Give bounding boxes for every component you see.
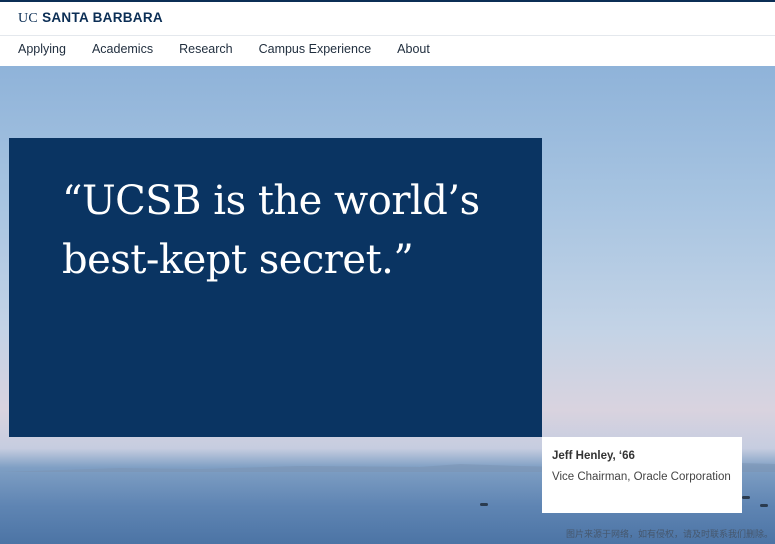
attribution-role: Vice Chairman, Oracle Corporation (552, 471, 731, 483)
image-watermark: 图片来源于网络，如有侵权，请及时联系我们删除。 (565, 529, 773, 539)
logo-uc: UC (18, 11, 39, 26)
surfer-silhouette (742, 496, 750, 499)
main-nav: Applying Academics Research Campus Exper… (18, 42, 456, 56)
surfer-silhouette (760, 504, 768, 507)
nav-item-about[interactable]: About (397, 42, 430, 56)
nav-item-applying[interactable]: Applying (18, 42, 66, 56)
nav-item-campus-experience[interactable]: Campus Experience (259, 42, 372, 56)
attribution-name: Jeff Henley, ‘66 (552, 450, 635, 462)
nav-item-research[interactable]: Research (179, 42, 233, 56)
nav-item-academics[interactable]: Academics (92, 42, 153, 56)
ucsb-logo[interactable]: UC SANTA BARBARA (18, 10, 163, 27)
quote-attribution-card: Jeff Henley, ‘66 Vice Chairman, Oracle C… (542, 437, 742, 513)
surfer-silhouette (480, 503, 488, 506)
top-accent-bar (0, 0, 775, 2)
logo-name: SANTA BARBARA (42, 10, 163, 25)
hero-quote: “UCSB is the world’s best-kept secret.” (62, 172, 522, 290)
header-divider (0, 35, 775, 36)
quote-line-1: “UCSB is the world’s (62, 178, 480, 224)
quote-line-2: best-kept secret.” (62, 237, 414, 283)
